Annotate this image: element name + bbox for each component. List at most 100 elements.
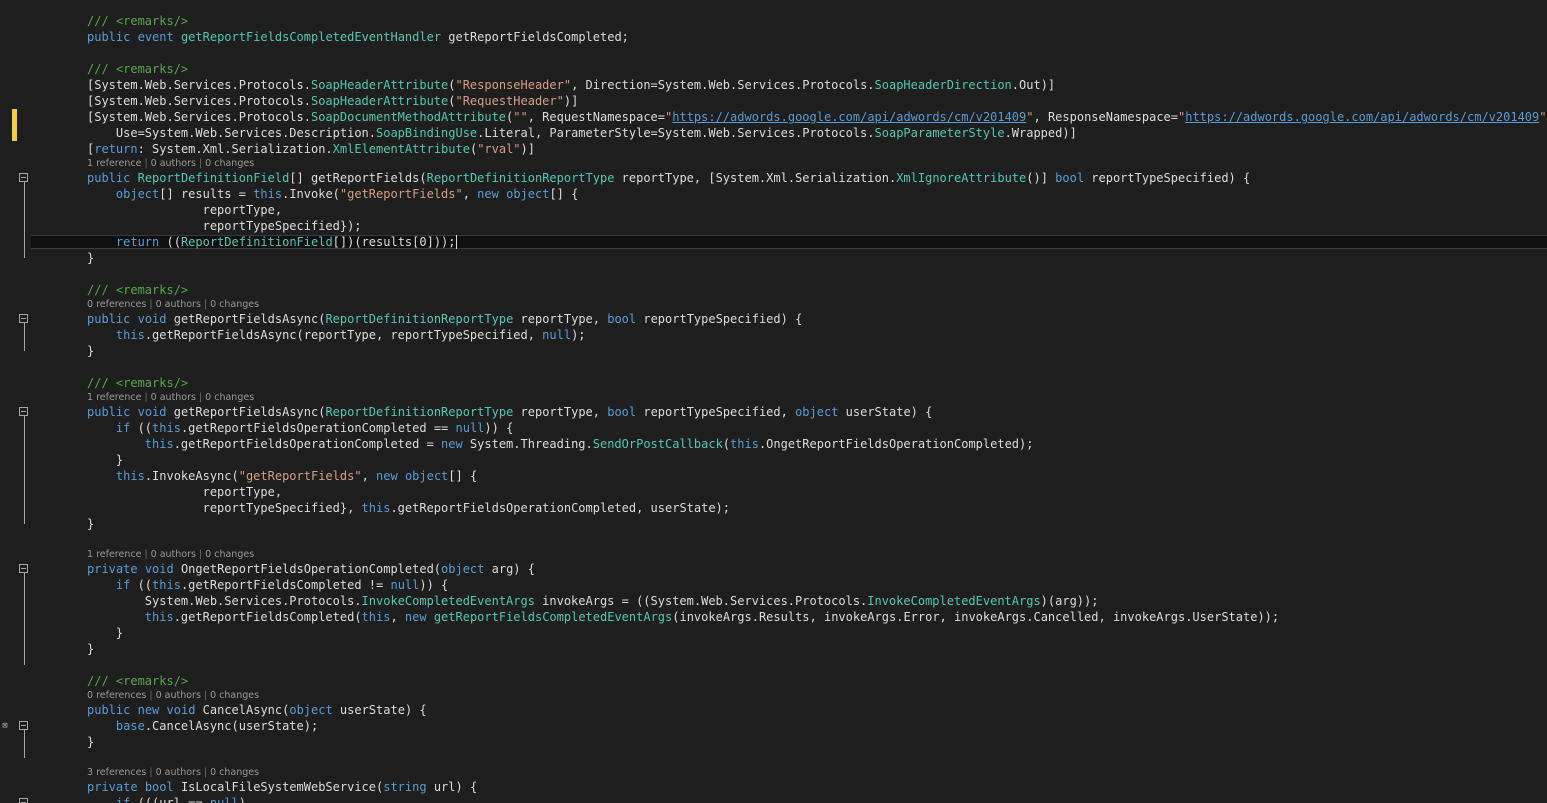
blank-line[interactable] bbox=[87, 532, 1547, 548]
type-token: SoapHeaderAttribute bbox=[310, 94, 449, 108]
codelens-changes-link[interactable]: 0 changes bbox=[205, 549, 254, 560]
code-text: reportType, bbox=[202, 203, 283, 217]
keyword-token: null bbox=[390, 578, 420, 592]
code-line[interactable]: this.getReportFieldsOperationCompleted =… bbox=[87, 436, 1547, 452]
codelens-separator: | bbox=[203, 690, 208, 701]
code-line[interactable]: System.Web.Services.Protocols.InvokeComp… bbox=[87, 593, 1547, 609]
url-link[interactable]: https://adwords.google.com/api/adwords/c… bbox=[1185, 110, 1539, 124]
code-line[interactable]: /// <remarks/> bbox=[87, 673, 1547, 689]
code-area[interactable]: /// <remarks/> public event getReportFiel… bbox=[87, 13, 1547, 803]
code-text: , bbox=[361, 469, 377, 483]
code-line[interactable]: reportType, bbox=[87, 202, 1547, 218]
code-line[interactable]: public event getReportFieldsCompletedEve… bbox=[87, 29, 1547, 45]
codelens-changes-link[interactable]: 0 changes bbox=[210, 690, 259, 701]
code-line[interactable]: public void getReportFieldsAsync(ReportD… bbox=[87, 311, 1547, 327]
collapse-toggle[interactable] bbox=[19, 173, 28, 182]
code-line[interactable]: } bbox=[87, 250, 1547, 266]
code-line[interactable]: base.CancelAsync(userState); bbox=[87, 718, 1547, 734]
codelens-references-link[interactable]: 1 reference bbox=[87, 549, 141, 560]
codelens-authors-link[interactable]: 0 authors bbox=[151, 158, 196, 169]
comment-text: /// <remarks/> bbox=[87, 283, 189, 297]
keyword-token: if bbox=[115, 421, 131, 435]
code-line[interactable]: this.getReportFieldsCompleted(this, new … bbox=[87, 609, 1547, 625]
codelens-changes-link[interactable]: 0 changes bbox=[210, 767, 259, 778]
code-line[interactable]: private void OngetReportFieldsOperationC… bbox=[87, 561, 1547, 577]
collapse-toggle[interactable] bbox=[19, 407, 28, 416]
code-text: System.Web.Services.Protocols. bbox=[144, 594, 362, 608]
blank-line[interactable] bbox=[87, 359, 1547, 375]
code-text: OngetReportFieldsOperationCompleted( bbox=[173, 562, 442, 576]
codelens-references-link[interactable]: 0 references bbox=[87, 690, 146, 701]
codelens-authors-link[interactable]: 0 authors bbox=[156, 299, 201, 310]
blank-line[interactable] bbox=[87, 750, 1547, 766]
code-line[interactable]: } bbox=[87, 452, 1547, 468]
codelens-changes-link[interactable]: 0 changes bbox=[205, 158, 254, 169]
code-line[interactable]: [System.Web.Services.Protocols.SoapHeade… bbox=[87, 77, 1547, 93]
code-line[interactable]: private bool IsLocalFileSystemWebService… bbox=[87, 779, 1547, 795]
code-line[interactable]: /// <remarks/> bbox=[87, 282, 1547, 298]
code-line[interactable]: if (((url == null) bbox=[87, 795, 1547, 803]
code-line[interactable]: } bbox=[87, 343, 1547, 359]
codelens-references-link[interactable]: 0 references bbox=[87, 299, 146, 310]
code-line[interactable]: reportType, bbox=[87, 484, 1547, 500]
code-line[interactable]: object[] results = this.Invoke("getRepor… bbox=[87, 186, 1547, 202]
codelens-references-link[interactable]: 1 reference bbox=[87, 392, 141, 403]
code-line[interactable]: this.getReportFieldsAsync(reportType, re… bbox=[87, 327, 1547, 343]
url-link[interactable]: https://adwords.google.com/api/adwords/c… bbox=[672, 110, 1026, 124]
code-text: , RequestNamespace= bbox=[527, 110, 666, 124]
code-line[interactable]: [return: System.Xml.Serialization.XmlEle… bbox=[87, 141, 1547, 157]
codelens-authors-link[interactable]: 0 authors bbox=[156, 690, 201, 701]
blank-line[interactable] bbox=[87, 266, 1547, 282]
code-line[interactable]: Use=System.Web.Services.Description.Soap… bbox=[87, 125, 1547, 141]
codelens-authors-link[interactable]: 0 authors bbox=[151, 392, 196, 403]
keyword-token: new bbox=[477, 187, 499, 201]
code-line[interactable]: public ReportDefinitionField[] getReport… bbox=[87, 170, 1547, 186]
collapse-toggle[interactable] bbox=[19, 314, 28, 323]
code-line[interactable]: if ((this.getReportFieldsCompleted != nu… bbox=[87, 577, 1547, 593]
code-line[interactable]: } bbox=[87, 625, 1547, 641]
keyword-token: object bbox=[506, 187, 550, 201]
code-line[interactable]: reportTypeSpecified}, this.getReportFiel… bbox=[87, 500, 1547, 516]
codelens-changes-link[interactable]: 0 changes bbox=[210, 299, 259, 310]
codelens-authors-link[interactable]: 0 authors bbox=[156, 767, 201, 778]
code-line[interactable]: /// <remarks/> bbox=[87, 375, 1547, 391]
code-line[interactable]: /// <remarks/> bbox=[87, 61, 1547, 77]
code-line[interactable]: } bbox=[87, 734, 1547, 750]
blank-line[interactable] bbox=[87, 45, 1547, 61]
collapse-toggle[interactable] bbox=[19, 721, 28, 730]
code-line[interactable]: return ((ReportDefinitionField[])(result… bbox=[87, 234, 1547, 250]
codelens-info: 1 reference | 0 authors | 0 changes bbox=[87, 391, 1547, 404]
collapse-toggle[interactable] bbox=[19, 798, 28, 803]
keyword-token: event bbox=[137, 30, 174, 44]
code-text: )(arg)); bbox=[1040, 594, 1099, 608]
code-line[interactable]: if ((this.getReportFieldsOperationComple… bbox=[87, 420, 1547, 436]
codelens-info: 1 reference | 0 authors | 0 changes bbox=[87, 157, 1547, 170]
blank-line[interactable] bbox=[87, 657, 1547, 673]
type-token: SendOrPostCallback bbox=[592, 437, 723, 451]
code-line[interactable]: this.InvokeAsync("getReportFields", new … bbox=[87, 468, 1547, 484]
codelens-authors-link[interactable]: 0 authors bbox=[151, 549, 196, 560]
codelens-separator: | bbox=[198, 158, 203, 169]
codelens-changes-link[interactable]: 0 changes bbox=[205, 392, 254, 403]
code-line[interactable]: public void getReportFieldsAsync(ReportD… bbox=[87, 404, 1547, 420]
code-line[interactable]: reportTypeSpecified}); bbox=[87, 218, 1547, 234]
collapse-toggle[interactable] bbox=[19, 564, 28, 573]
code-line[interactable]: [System.Web.Services.Protocols.SoapHeade… bbox=[87, 93, 1547, 109]
keyword-token: this bbox=[361, 610, 391, 624]
type-token: InvokeCompletedEventArgs bbox=[361, 594, 535, 608]
code-editor[interactable]: /// <remarks/> public event getReportFiel… bbox=[0, 0, 1547, 803]
code-line[interactable]: public new void CancelAsync(object userS… bbox=[87, 702, 1547, 718]
type-token: SoapParameterStyle bbox=[874, 126, 1005, 140]
code-line[interactable]: /// <remarks/> bbox=[87, 13, 1547, 29]
string-literal: "getReportFields" bbox=[339, 187, 463, 201]
breakpoint-glyph-icon[interactable]: ⊠ bbox=[0, 721, 10, 731]
codelens-references-link[interactable]: 3 references bbox=[87, 767, 146, 778]
keyword-token: this bbox=[152, 578, 181, 592]
code-line[interactable]: [System.Web.Services.Protocols.SoapDocum… bbox=[87, 109, 1547, 125]
codelens-references-link[interactable]: 1 reference bbox=[87, 158, 141, 169]
type-token: ReportDefinitionReportType bbox=[325, 405, 514, 419]
code-line[interactable]: } bbox=[87, 516, 1547, 532]
code-line[interactable]: } bbox=[87, 641, 1547, 657]
